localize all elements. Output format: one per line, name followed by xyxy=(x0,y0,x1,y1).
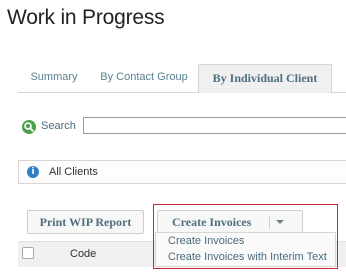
search-input[interactable] xyxy=(83,117,346,134)
client-filter-label: All Clients xyxy=(49,166,98,178)
search-label: Search xyxy=(41,120,76,132)
tab-summary[interactable]: Summary xyxy=(18,64,90,91)
info-icon: i xyxy=(27,166,39,178)
select-all-checkbox[interactable] xyxy=(22,247,34,259)
tab-bar: Summary By Contact Group By Individual C… xyxy=(18,64,346,93)
tab-by-contact-group[interactable]: By Contact Group xyxy=(90,64,198,91)
highlight-box xyxy=(153,204,338,269)
print-wip-report-button[interactable]: Print WIP Report xyxy=(27,210,144,234)
column-header-code[interactable]: Code xyxy=(70,248,96,260)
page-title: Work in Progress xyxy=(7,6,165,29)
tab-by-individual-client[interactable]: By Individual Client xyxy=(198,64,332,93)
client-filter-bar[interactable]: i All Clients xyxy=(18,160,346,184)
search-icon[interactable] xyxy=(22,120,36,134)
